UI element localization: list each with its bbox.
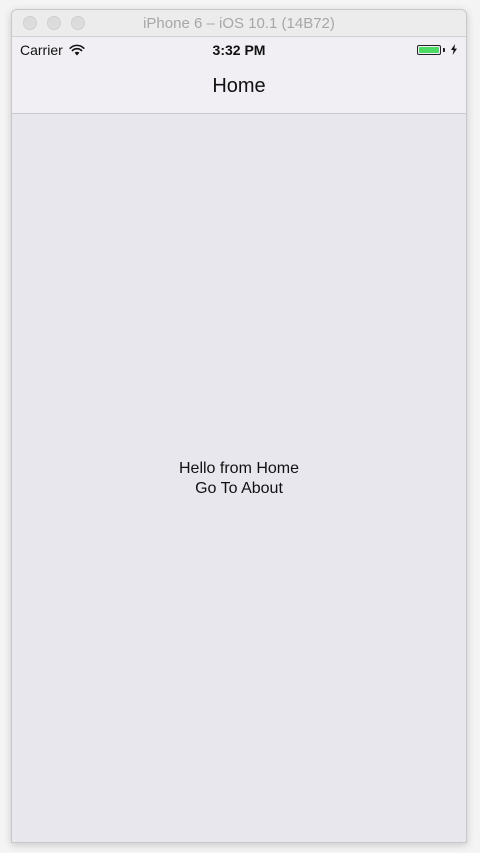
- battery-fill: [419, 46, 439, 53]
- go-to-about-link[interactable]: Go To About: [12, 479, 466, 499]
- center-text-block: Hello from Home Go To About: [12, 459, 466, 499]
- battery-icon: [417, 44, 441, 55]
- ios-status-bar: Carrier 3:32 PM: [12, 37, 466, 61]
- simulator-window: iPhone 6 – iOS 10.1 (14B72) Carrier 3:32…: [11, 9, 467, 843]
- bolt-icon: [451, 44, 457, 55]
- window-title: iPhone 6 – iOS 10.1 (14B72): [143, 15, 335, 32]
- battery-indicator: [417, 44, 458, 55]
- main-content: Hello from Home Go To About: [12, 114, 466, 842]
- status-time: 3:32 PM: [212, 42, 266, 58]
- navigation-bar: Home: [12, 61, 466, 114]
- nav-title: Home: [212, 75, 266, 97]
- window-titlebar: iPhone 6 – iOS 10.1 (14B72): [12, 10, 466, 37]
- greeting-text: Hello from Home: [178, 460, 300, 477]
- battery-tip: [443, 47, 445, 52]
